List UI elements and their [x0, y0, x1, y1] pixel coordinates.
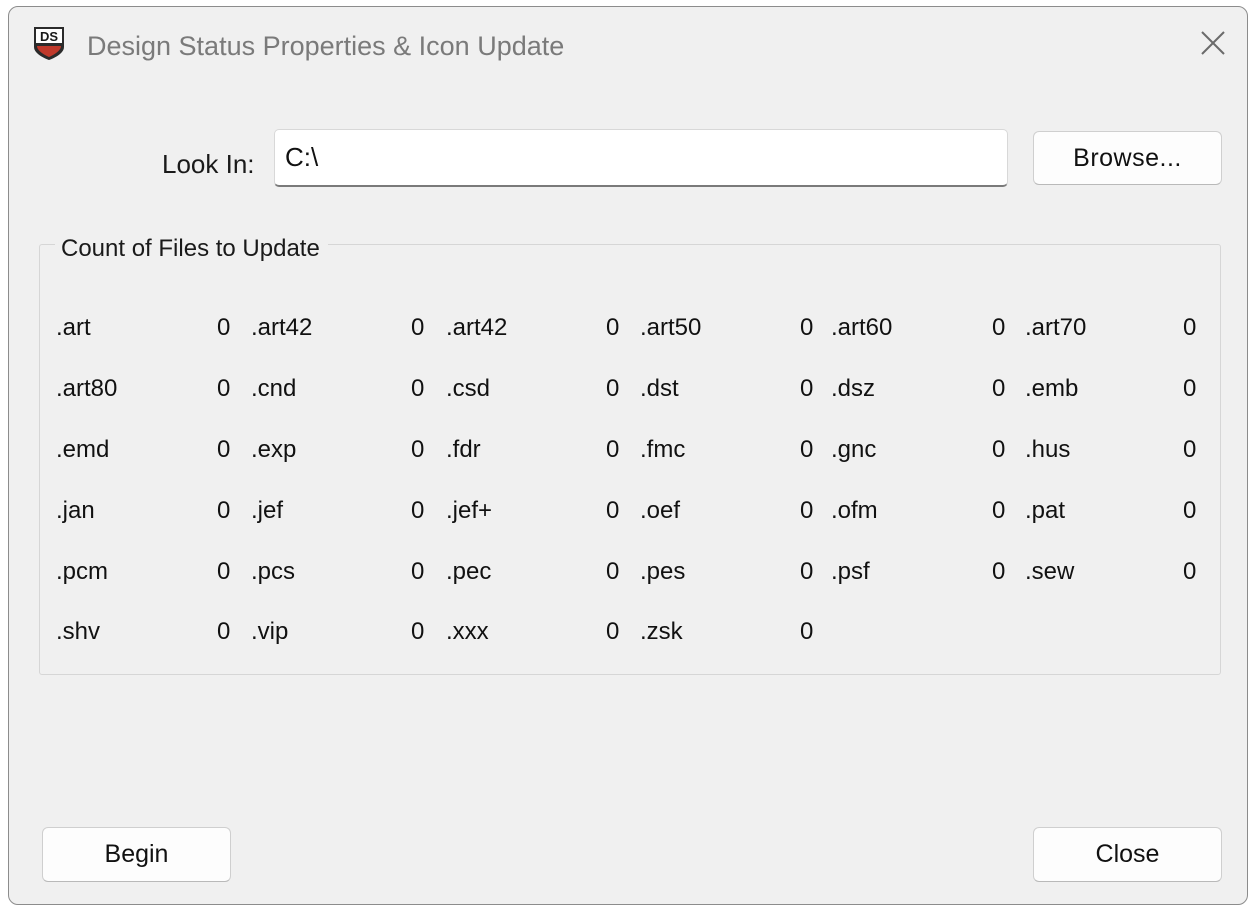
file-extension-label: .art80 — [56, 375, 118, 402]
close-icon[interactable] — [1197, 27, 1229, 59]
window-title: Design Status Properties & Icon Update — [87, 31, 565, 61]
app-icon-letters: DS — [40, 29, 58, 44]
look-in-path-input[interactable] — [274, 129, 1008, 187]
group-title: Count of Files to Update — [55, 235, 328, 263]
file-count-value: 0 — [1183, 436, 1197, 463]
file-count-value: 0 — [411, 375, 425, 402]
file-count-value: 0 — [217, 375, 231, 402]
file-extension-label: .sew — [1025, 558, 1075, 585]
file-extension-label: .art — [56, 314, 91, 341]
file-count-value: 0 — [800, 375, 814, 402]
file-extension-label: .zsk — [640, 618, 683, 645]
close-button[interactable]: Close — [1033, 827, 1222, 882]
file-count-value: 0 — [217, 618, 231, 645]
file-extension-label: .pcs — [251, 558, 296, 585]
file-extension-label: .pat — [1025, 497, 1066, 524]
file-count-value: 0 — [992, 375, 1006, 402]
file-count-value: 0 — [992, 314, 1006, 341]
file-count-value: 0 — [800, 618, 814, 645]
file-count-value: 0 — [992, 558, 1006, 585]
file-count-value: 0 — [1183, 497, 1197, 524]
file-count-value: 0 — [217, 436, 231, 463]
file-extension-label: .exp — [251, 436, 297, 463]
file-count-value: 0 — [606, 314, 620, 341]
file-extension-label: .pes — [640, 558, 686, 585]
file-extension-label: .jef — [251, 497, 284, 524]
file-extension-label: .vip — [251, 618, 289, 645]
file-extension-label: .pec — [446, 558, 492, 585]
file-extension-label: .emd — [56, 436, 110, 463]
file-count-value: 0 — [411, 558, 425, 585]
file-count-value: 0 — [800, 314, 814, 341]
file-extension-label: .dsz — [831, 375, 876, 402]
file-extension-label: .pcm — [56, 558, 109, 585]
file-extension-label: .jef+ — [446, 497, 493, 524]
file-extension-label: .psf — [831, 558, 870, 585]
look-in-label: Look In: — [162, 149, 255, 179]
file-extension-label: .fdr — [446, 436, 481, 463]
file-count-value: 0 — [606, 497, 620, 524]
file-extension-label: .emb — [1025, 375, 1079, 402]
file-count-value: 0 — [411, 497, 425, 524]
file-extension-label: .csd — [446, 375, 491, 402]
file-count-value: 0 — [217, 497, 231, 524]
file-extension-label: .art50 — [640, 314, 702, 341]
file-extension-label: .art42 — [251, 314, 313, 341]
file-count-value: 0 — [411, 618, 425, 645]
file-extension-label: .fmc — [640, 436, 686, 463]
file-extension-label: .art60 — [831, 314, 893, 341]
file-count-value: 0 — [606, 375, 620, 402]
file-extension-label: .gnc — [831, 436, 877, 463]
file-count-value: 0 — [606, 618, 620, 645]
file-extension-label: .art70 — [1025, 314, 1087, 341]
title-bar: DS Design Status Properties & Icon Updat… — [9, 7, 1247, 89]
file-count-value: 0 — [217, 314, 231, 341]
file-extension-label: .dst — [640, 375, 679, 402]
file-count-value: 0 — [1183, 314, 1197, 341]
file-extension-label: .oef — [640, 497, 681, 524]
file-extension-label: .ofm — [831, 497, 878, 524]
file-count-value: 0 — [800, 558, 814, 585]
file-count-value: 0 — [992, 436, 1006, 463]
file-count-value: 0 — [217, 558, 231, 585]
file-extension-label: .cnd — [251, 375, 297, 402]
file-extension-label: .art42 — [446, 314, 508, 341]
file-count-value: 0 — [800, 436, 814, 463]
file-extension-label: .jan — [56, 497, 95, 524]
file-count-value: 0 — [1183, 375, 1197, 402]
file-count-value: 0 — [606, 436, 620, 463]
file-extension-label: .hus — [1025, 436, 1071, 463]
file-extension-label: .xxx — [446, 618, 489, 645]
file-count-value: 0 — [800, 497, 814, 524]
begin-button[interactable]: Begin — [42, 827, 231, 882]
file-count-value: 0 — [992, 497, 1006, 524]
dialog-window: DS Design Status Properties & Icon Updat… — [8, 6, 1248, 905]
file-count-value: 0 — [1183, 558, 1197, 585]
file-count-value: 0 — [606, 558, 620, 585]
file-count-value: 0 — [411, 314, 425, 341]
file-extension-label: .shv — [56, 618, 101, 645]
file-count-value: 0 — [411, 436, 425, 463]
browse-button[interactable]: Browse... — [1033, 131, 1222, 185]
ds-app-icon: DS — [34, 27, 64, 60]
